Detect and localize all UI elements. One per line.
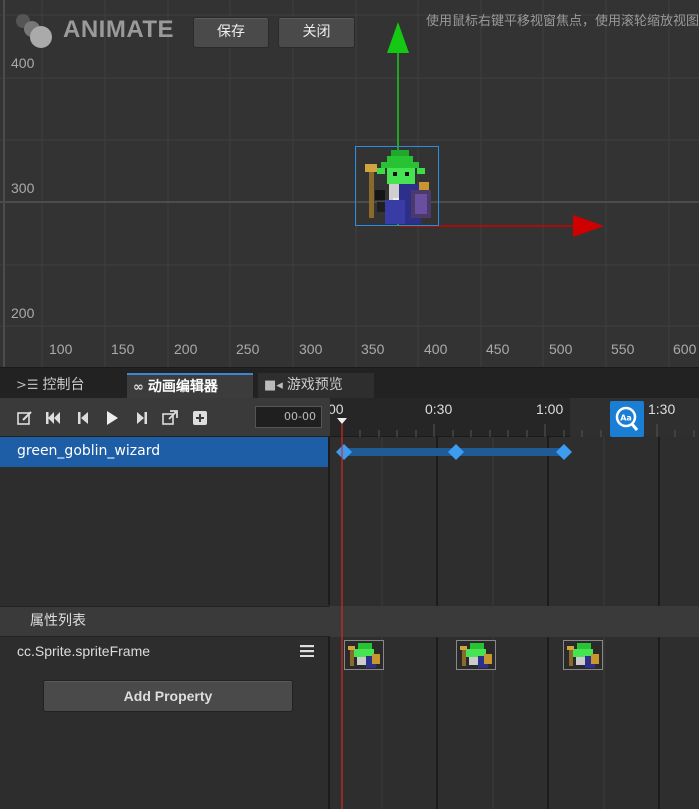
sprite-frame-thumbnail-icon[interactable] <box>456 640 496 670</box>
node-keyframe-track[interactable] <box>330 437 699 467</box>
ruler-label: 00 <box>330 401 344 417</box>
time-input[interactable]: 00-00 <box>255 406 322 428</box>
timeline-ruler[interactable]: 00 0:30 1:00 1:30 Aa <box>330 398 699 437</box>
search-badge[interactable]: Aa <box>610 401 644 437</box>
property-sprite-frame[interactable]: cc.Sprite.spriteFrame <box>17 643 150 659</box>
camera-icon: ■◂ <box>264 378 283 393</box>
sprite-frame-thumbnail-icon[interactable] <box>344 640 384 670</box>
tab-animation-editor-label: 动画编辑器 <box>147 379 218 395</box>
x-axis-arrow-icon <box>573 215 604 237</box>
menu-icon[interactable] <box>300 645 314 657</box>
add-icon[interactable] <box>191 409 209 427</box>
node-row-green-goblin-wizard[interactable]: green_goblin_wizard <box>0 437 328 467</box>
node-list: green_goblin_wizard <box>0 437 330 605</box>
timeline-area[interactable]: 00 0:30 1:00 1:30 Aa <box>330 398 699 809</box>
animation-toolbar: 00-00 <box>0 398 330 437</box>
goblin-wizard-sprite-icon[interactable] <box>355 146 439 226</box>
panel-tab-bar: >☰ 控制台 ∞ 动画编辑器 ■◂ 游戏预览 <box>0 367 699 399</box>
playhead[interactable] <box>336 418 348 809</box>
y-axis-arrow-icon <box>387 22 409 53</box>
animation-editor-panel: 00-00 green_goblin_wizard 属性列表 cc.Sprite… <box>0 398 699 809</box>
tab-console[interactable]: >☰ 控制台 <box>10 373 122 399</box>
transform-gizmo[interactable] <box>0 0 699 367</box>
tab-game-preview[interactable]: ■◂ 游戏预览 <box>258 373 374 399</box>
tab-game-preview-label: 游戏预览 <box>286 377 343 393</box>
play-icon[interactable] <box>103 409 121 427</box>
keyframe-marker <box>556 444 572 460</box>
scene-view[interactable]: ANIMATE 保存 关闭 使用鼠标右键平移视窗焦点，使用滚轮缩放视图 400 … <box>0 0 699 367</box>
ruler-label: 1:30 <box>648 401 676 417</box>
animation-icon: ∞ <box>133 380 144 395</box>
keyframe-marker <box>448 444 464 460</box>
tab-console-label: 控制台 <box>42 377 85 393</box>
first-frame-icon[interactable] <box>44 409 62 427</box>
console-icon: >☰ <box>16 378 39 393</box>
ruler-label: 0:30 <box>425 401 453 417</box>
property-list: cc.Sprite.spriteFrame Add Property <box>0 637 330 809</box>
ruler-label: 1:00 <box>536 401 564 417</box>
export-icon[interactable] <box>161 409 179 427</box>
tab-animation-editor[interactable]: ∞ 动画编辑器 <box>127 373 253 399</box>
sprite-frame-thumbnail-icon[interactable] <box>563 640 603 670</box>
prev-frame-icon[interactable] <box>74 409 92 427</box>
next-frame-icon[interactable] <box>133 409 151 427</box>
edit-icon[interactable] <box>16 409 34 427</box>
search-icon: Aa <box>615 406 639 431</box>
add-property-button[interactable]: Add Property <box>43 680 293 712</box>
svg-text:Aa: Aa <box>620 414 632 423</box>
playhead-handle-icon <box>337 418 347 424</box>
